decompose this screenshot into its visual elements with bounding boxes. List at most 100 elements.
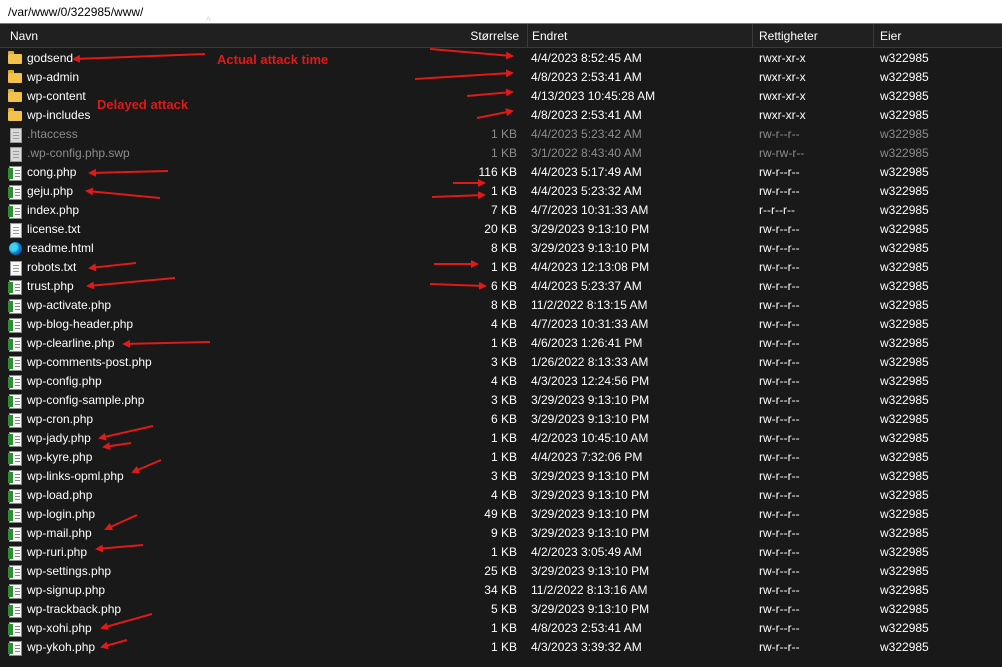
file-row[interactable]: index.php 7 KB 4/7/2023 10:31:33 AM r--r--r… (0, 201, 1002, 220)
column-header-modified[interactable]: Endret (528, 24, 753, 48)
file-row[interactable]: .wp-config.php.swp 1 KB 3/1/2022 8:43:40 A… (0, 144, 1002, 163)
file-modified: 4/4/2023 5:17:49 AM (531, 165, 642, 179)
file-row[interactable]: wp-kyre.php 1 KB 4/4/2023 7:32:06 PM rw-r--… (0, 448, 1002, 467)
file-row[interactable]: wp-activate.php 8 KB 11/2/2022 8:13:15 AM r… (0, 296, 1002, 315)
file-permissions: rw-r--r-- (759, 640, 800, 654)
file-icon-cell (8, 125, 24, 144)
file-name: wp-jady.php (27, 431, 91, 445)
file-row[interactable]: wp-xohi.php 1 KB 4/8/2023 2:53:41 AM rw-r--… (0, 619, 1002, 638)
file-row[interactable]: wp-blog-header.php 4 KB 4/7/2023 10:31:33 … (0, 315, 1002, 334)
php-file-icon (8, 546, 22, 561)
file-row[interactable]: wp-links-opml.php 3 KB 3/29/2023 9:13:10 P… (0, 467, 1002, 486)
column-header-owner[interactable]: Eier (874, 24, 1002, 48)
file-row[interactable]: trust.php 6 KB 4/4/2023 5:23:37 AM rw-r--r-… (0, 277, 1002, 296)
file-name: geju.php (27, 184, 74, 198)
file-row[interactable]: wp-clearline.php 1 KB 4/6/2023 1:26:41 PM r… (0, 334, 1002, 353)
file-owner: w322985 (880, 412, 929, 426)
file-icon-cell (8, 372, 24, 391)
file-row[interactable]: robots.txt 1 KB 4/4/2023 12:13:08 PM rw-r--… (0, 258, 1002, 277)
column-header-size[interactable]: Størrelse (426, 24, 528, 48)
column-header: Navn ^ Størrelse Endret Rettigheter Eier (0, 16, 1002, 48)
file-name: wp-content (27, 89, 86, 103)
file-row[interactable]: wp-settings.php 25 KB 3/29/2023 9:13:10 PM… (0, 562, 1002, 581)
file-size: 1 KB (490, 450, 517, 464)
file-name: index.php (27, 203, 80, 217)
file-size: 1 KB (490, 640, 517, 654)
file-row[interactable]: godsend 4/4/2023 8:52:45 AM rwxr-xr-x w3229… (0, 49, 1002, 68)
text-file-icon (10, 261, 22, 276)
file-owner: w322985 (880, 488, 929, 502)
file-name: wp-load.php (27, 488, 93, 502)
file-permissions: rw-r--r-- (759, 412, 800, 426)
file-modified: 11/2/2022 8:13:15 AM (531, 298, 648, 312)
file-row[interactable]: wp-trackback.php 5 KB 3/29/2023 9:13:10 PM… (0, 600, 1002, 619)
file-name: wp-signup.php (27, 583, 106, 597)
file-permissions: rw-r--r-- (759, 507, 800, 521)
file-icon-cell (8, 429, 24, 448)
file-modified: 4/8/2023 2:53:41 AM (531, 108, 642, 122)
sort-ascending-icon: ^ (206, 16, 211, 27)
file-modified: 4/3/2023 3:39:32 AM (531, 640, 642, 654)
file-name: wp-kyre.php (27, 450, 93, 464)
file-row[interactable]: wp-ruri.php 1 KB 4/2/2023 3:05:49 AM rw-r--… (0, 543, 1002, 562)
file-permissions: rwxr-xr-x (759, 70, 806, 84)
file-row[interactable]: wp-config-sample.php 3 KB 3/29/2023 9:13:1… (0, 391, 1002, 410)
file-owner: w322985 (880, 564, 929, 578)
file-row[interactable]: wp-signup.php 34 KB 11/2/2022 8:13:16 AM rw… (0, 581, 1002, 600)
file-name: wp-xohi.php (27, 621, 92, 635)
file-modified: 4/13/2023 10:45:28 AM (531, 89, 656, 103)
php-file-icon (8, 185, 22, 200)
file-modified: 4/4/2023 5:23:32 AM (531, 184, 642, 198)
folder-icon (8, 89, 22, 102)
file-row[interactable]: wp-login.php 49 KB 3/29/2023 9:13:10 PM rw-… (0, 505, 1002, 524)
file-row[interactable]: wp-ykoh.php 1 KB 4/3/2023 3:39:32 AM rw-r--… (0, 638, 1002, 657)
php-file-icon (8, 280, 22, 295)
file-row[interactable]: wp-admin 4/8/2023 2:53:41 AM rwxr-xr-x w322… (0, 68, 1002, 87)
file-row[interactable]: wp-mail.php 9 KB 3/29/2023 9:13:10 PM rw-r-… (0, 524, 1002, 543)
file-row[interactable]: wp-load.php 4 KB 3/29/2023 9:13:10 PM rw-r-… (0, 486, 1002, 505)
file-name: .wp-config.php.swp (27, 146, 130, 160)
file-modified: 4/2/2023 10:45:10 AM (531, 431, 649, 445)
file-modified: 4/4/2023 7:32:06 PM (531, 450, 643, 464)
file-modified: 4/3/2023 12:24:56 PM (531, 374, 650, 388)
text-file-icon (10, 147, 22, 162)
file-owner: w322985 (880, 583, 929, 597)
file-icon-cell (8, 505, 24, 524)
file-row[interactable]: readme.html 8 KB 3/29/2023 9:13:10 PM rw-r-… (0, 239, 1002, 258)
file-modified: 3/29/2023 9:13:10 PM (531, 469, 650, 483)
edge-html-icon (9, 242, 22, 255)
file-owner: w322985 (880, 241, 929, 255)
path-input[interactable] (0, 0, 1002, 24)
file-owner: w322985 (880, 203, 929, 217)
file-row[interactable]: cong.php 116 KB 4/4/2023 5:17:49 AM rw-r--r… (0, 163, 1002, 182)
file-permissions: rw-r--r-- (759, 431, 800, 445)
file-name: wp-mail.php (27, 526, 92, 540)
file-row[interactable]: license.txt 20 KB 3/29/2023 9:13:10 PM rw-r… (0, 220, 1002, 239)
file-name: readme.html (27, 241, 94, 255)
file-owner: w322985 (880, 127, 929, 141)
column-header-permissions[interactable]: Rettigheter (753, 24, 874, 48)
file-permissions: r--r--r-- (759, 203, 795, 217)
file-row[interactable]: geju.php 1 KB 4/4/2023 5:23:32 AM rw-r--r--… (0, 182, 1002, 201)
file-icon-cell (8, 448, 24, 467)
file-row[interactable]: wp-comments-post.php 3 KB 1/26/2022 8:13:3… (0, 353, 1002, 372)
file-name: wp-comments-post.php (27, 355, 152, 369)
file-owner: w322985 (880, 545, 929, 559)
file-row[interactable]: wp-config.php 4 KB 4/3/2023 12:24:56 PM rw-… (0, 372, 1002, 391)
file-size (426, 49, 517, 68)
php-file-icon (8, 584, 22, 599)
file-row[interactable]: wp-cron.php 6 KB 3/29/2023 9:13:10 PM rw-r-… (0, 410, 1002, 429)
file-owner: w322985 (880, 431, 929, 445)
file-owner: w322985 (880, 51, 929, 65)
path-bar (0, 0, 1002, 24)
file-icon-cell (8, 619, 24, 638)
file-row[interactable]: .htaccess 1 KB 4/4/2023 5:23:42 AM rw-r--r-… (0, 125, 1002, 144)
file-size: 4 KB (490, 317, 517, 331)
file-modified: 3/29/2023 9:13:10 PM (531, 222, 650, 236)
file-size (426, 68, 517, 87)
file-size: 4 KB (490, 374, 517, 388)
file-modified: 3/29/2023 9:13:10 PM (531, 602, 650, 616)
file-icon-cell (8, 581, 24, 600)
file-row[interactable]: wp-jady.php 1 KB 4/2/2023 10:45:10 AM rw-r-… (0, 429, 1002, 448)
file-owner: w322985 (880, 640, 929, 654)
